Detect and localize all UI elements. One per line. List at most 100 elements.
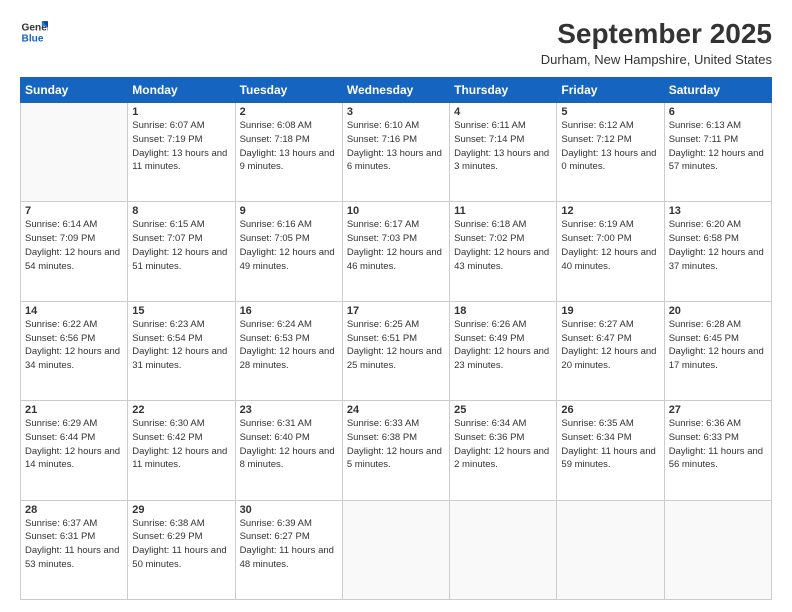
daylight-text: Daylight: 12 hours and 23 minutes.	[454, 345, 552, 373]
calendar-cell: 15 Sunrise: 6:23 AM Sunset: 6:54 PM Dayl…	[128, 301, 235, 400]
daylight-text: Daylight: 12 hours and 20 minutes.	[561, 345, 659, 373]
sunset-text: Sunset: 6:51 PM	[347, 332, 445, 346]
sunset-text: Sunset: 6:54 PM	[132, 332, 230, 346]
calendar-cell: 11 Sunrise: 6:18 AM Sunset: 7:02 PM Dayl…	[450, 202, 557, 301]
daylight-text: Daylight: 12 hours and 51 minutes.	[132, 246, 230, 274]
day-number: 29	[132, 504, 230, 516]
day-number: 27	[669, 404, 767, 416]
sunset-text: Sunset: 7:14 PM	[454, 133, 552, 147]
sun-info: Sunrise: 6:33 AM Sunset: 6:38 PM Dayligh…	[347, 417, 445, 472]
sun-info: Sunrise: 6:12 AM Sunset: 7:12 PM Dayligh…	[561, 119, 659, 174]
sunrise-text: Sunrise: 6:31 AM	[240, 417, 338, 431]
calendar-cell: 10 Sunrise: 6:17 AM Sunset: 7:03 PM Dayl…	[342, 202, 449, 301]
sunset-text: Sunset: 6:27 PM	[240, 530, 338, 544]
calendar-cell: 30 Sunrise: 6:39 AM Sunset: 6:27 PM Dayl…	[235, 500, 342, 599]
daylight-text: Daylight: 12 hours and 25 minutes.	[347, 345, 445, 373]
calendar-cell: 26 Sunrise: 6:35 AM Sunset: 6:34 PM Dayl…	[557, 401, 664, 500]
day-number: 6	[669, 106, 767, 118]
sun-info: Sunrise: 6:08 AM Sunset: 7:18 PM Dayligh…	[240, 119, 338, 174]
calendar-cell: 16 Sunrise: 6:24 AM Sunset: 6:53 PM Dayl…	[235, 301, 342, 400]
sun-info: Sunrise: 6:37 AM Sunset: 6:31 PM Dayligh…	[25, 517, 123, 572]
sun-info: Sunrise: 6:31 AM Sunset: 6:40 PM Dayligh…	[240, 417, 338, 472]
sunrise-text: Sunrise: 6:22 AM	[25, 318, 123, 332]
sunrise-text: Sunrise: 6:19 AM	[561, 218, 659, 232]
calendar-cell: 7 Sunrise: 6:14 AM Sunset: 7:09 PM Dayli…	[21, 202, 128, 301]
sunrise-text: Sunrise: 6:14 AM	[25, 218, 123, 232]
day-number: 28	[25, 504, 123, 516]
col-sunday: Sunday	[21, 78, 128, 103]
sunset-text: Sunset: 7:11 PM	[669, 133, 767, 147]
calendar-cell: 29 Sunrise: 6:38 AM Sunset: 6:29 PM Dayl…	[128, 500, 235, 599]
calendar-cell: 17 Sunrise: 6:25 AM Sunset: 6:51 PM Dayl…	[342, 301, 449, 400]
sunset-text: Sunset: 7:05 PM	[240, 232, 338, 246]
day-number: 1	[132, 106, 230, 118]
calendar-week-row: 14 Sunrise: 6:22 AM Sunset: 6:56 PM Dayl…	[21, 301, 772, 400]
sunset-text: Sunset: 6:29 PM	[132, 530, 230, 544]
sunset-text: Sunset: 6:38 PM	[347, 431, 445, 445]
day-number: 8	[132, 205, 230, 217]
daylight-text: Daylight: 11 hours and 59 minutes.	[561, 445, 659, 473]
sunset-text: Sunset: 7:19 PM	[132, 133, 230, 147]
col-thursday: Thursday	[450, 78, 557, 103]
col-tuesday: Tuesday	[235, 78, 342, 103]
col-saturday: Saturday	[664, 78, 771, 103]
sun-info: Sunrise: 6:14 AM Sunset: 7:09 PM Dayligh…	[25, 218, 123, 273]
sun-info: Sunrise: 6:30 AM Sunset: 6:42 PM Dayligh…	[132, 417, 230, 472]
daylight-text: Daylight: 13 hours and 9 minutes.	[240, 147, 338, 175]
calendar-cell	[342, 500, 449, 599]
col-wednesday: Wednesday	[342, 78, 449, 103]
day-number: 25	[454, 404, 552, 416]
sun-info: Sunrise: 6:35 AM Sunset: 6:34 PM Dayligh…	[561, 417, 659, 472]
page: General Blue September 2025 Durham, New …	[0, 0, 792, 612]
daylight-text: Daylight: 12 hours and 28 minutes.	[240, 345, 338, 373]
calendar-cell: 5 Sunrise: 6:12 AM Sunset: 7:12 PM Dayli…	[557, 103, 664, 202]
sunset-text: Sunset: 6:33 PM	[669, 431, 767, 445]
calendar-cell: 3 Sunrise: 6:10 AM Sunset: 7:16 PM Dayli…	[342, 103, 449, 202]
sunrise-text: Sunrise: 6:16 AM	[240, 218, 338, 232]
calendar-cell: 25 Sunrise: 6:34 AM Sunset: 6:36 PM Dayl…	[450, 401, 557, 500]
sunrise-text: Sunrise: 6:34 AM	[454, 417, 552, 431]
sun-info: Sunrise: 6:22 AM Sunset: 6:56 PM Dayligh…	[25, 318, 123, 373]
calendar-week-row: 21 Sunrise: 6:29 AM Sunset: 6:44 PM Dayl…	[21, 401, 772, 500]
sun-info: Sunrise: 6:13 AM Sunset: 7:11 PM Dayligh…	[669, 119, 767, 174]
calendar-cell	[21, 103, 128, 202]
sunset-text: Sunset: 6:31 PM	[25, 530, 123, 544]
daylight-text: Daylight: 11 hours and 56 minutes.	[669, 445, 767, 473]
day-number: 2	[240, 106, 338, 118]
svg-text:Blue: Blue	[22, 33, 44, 44]
day-number: 7	[25, 205, 123, 217]
sun-info: Sunrise: 6:07 AM Sunset: 7:19 PM Dayligh…	[132, 119, 230, 174]
logo: General Blue	[20, 18, 48, 46]
sunset-text: Sunset: 7:16 PM	[347, 133, 445, 147]
sun-info: Sunrise: 6:29 AM Sunset: 6:44 PM Dayligh…	[25, 417, 123, 472]
day-number: 11	[454, 205, 552, 217]
calendar-cell: 14 Sunrise: 6:22 AM Sunset: 6:56 PM Dayl…	[21, 301, 128, 400]
calendar-cell: 24 Sunrise: 6:33 AM Sunset: 6:38 PM Dayl…	[342, 401, 449, 500]
title-block: September 2025 Durham, New Hampshire, Un…	[541, 18, 772, 67]
calendar-cell: 8 Sunrise: 6:15 AM Sunset: 7:07 PM Dayli…	[128, 202, 235, 301]
sun-info: Sunrise: 6:24 AM Sunset: 6:53 PM Dayligh…	[240, 318, 338, 373]
sun-info: Sunrise: 6:20 AM Sunset: 6:58 PM Dayligh…	[669, 218, 767, 273]
sunrise-text: Sunrise: 6:37 AM	[25, 517, 123, 531]
day-number: 23	[240, 404, 338, 416]
calendar-week-row: 1 Sunrise: 6:07 AM Sunset: 7:19 PM Dayli…	[21, 103, 772, 202]
sun-info: Sunrise: 6:18 AM Sunset: 7:02 PM Dayligh…	[454, 218, 552, 273]
sunrise-text: Sunrise: 6:26 AM	[454, 318, 552, 332]
sunrise-text: Sunrise: 6:35 AM	[561, 417, 659, 431]
sunset-text: Sunset: 7:03 PM	[347, 232, 445, 246]
daylight-text: Daylight: 12 hours and 54 minutes.	[25, 246, 123, 274]
calendar-cell: 12 Sunrise: 6:19 AM Sunset: 7:00 PM Dayl…	[557, 202, 664, 301]
calendar-cell: 2 Sunrise: 6:08 AM Sunset: 7:18 PM Dayli…	[235, 103, 342, 202]
day-number: 16	[240, 305, 338, 317]
sunrise-text: Sunrise: 6:10 AM	[347, 119, 445, 133]
daylight-text: Daylight: 11 hours and 48 minutes.	[240, 544, 338, 572]
sunset-text: Sunset: 6:45 PM	[669, 332, 767, 346]
day-number: 21	[25, 404, 123, 416]
sunset-text: Sunset: 6:47 PM	[561, 332, 659, 346]
calendar-cell	[450, 500, 557, 599]
calendar-cell	[664, 500, 771, 599]
calendar-cell: 1 Sunrise: 6:07 AM Sunset: 7:19 PM Dayli…	[128, 103, 235, 202]
daylight-text: Daylight: 13 hours and 3 minutes.	[454, 147, 552, 175]
day-number: 26	[561, 404, 659, 416]
col-friday: Friday	[557, 78, 664, 103]
